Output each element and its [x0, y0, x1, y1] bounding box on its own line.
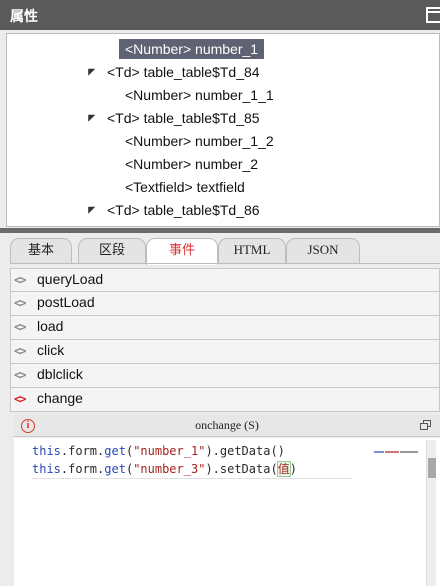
code-minimap[interactable]: [374, 440, 426, 453]
code-line-2[interactable]: this.form.get("number_3").setData(值): [32, 460, 297, 478]
cursor-line: [32, 478, 352, 479]
tab-section[interactable]: 区段: [78, 238, 146, 264]
code-token: .form.: [60, 462, 105, 476]
event-label: postLoad: [37, 294, 95, 310]
editor-function-name: onchange (S): [195, 418, 259, 432]
code-token: "number_3": [133, 462, 206, 476]
event-label: load: [37, 318, 64, 334]
code-icon: <>: [14, 320, 27, 334]
code-icon: <>: [14, 273, 27, 287]
event-list: <> queryLoad <> postLoad <> load <> clic…: [10, 268, 440, 412]
expand-arrow-icon[interactable]: [84, 111, 96, 122]
code-token: get: [104, 444, 126, 458]
tab-html[interactable]: HTML: [218, 238, 286, 264]
expand-arrow-icon[interactable]: [84, 65, 96, 76]
tree-node-label: <Number> number_1: [119, 39, 265, 59]
code-line-1[interactable]: this.form.get("number_1").getData(): [32, 442, 285, 460]
code-token: 值: [276, 461, 291, 477]
tab-basic[interactable]: 基本: [10, 238, 72, 264]
code-token: this: [32, 444, 61, 458]
tree-node-label: <Textfield> textfield: [125, 179, 245, 195]
code-token: this: [32, 462, 61, 476]
code-token: .form.: [60, 444, 105, 458]
event-label: dblclick: [37, 366, 83, 382]
tree-node-label: <Td> table_table$Td_86: [107, 202, 260, 218]
tab-events[interactable]: 事件: [146, 238, 218, 265]
code-token: "number_1": [133, 444, 206, 458]
code-token: get: [104, 462, 126, 476]
event-label: queryLoad: [37, 271, 104, 287]
event-item-dblclick[interactable]: <> dblclick: [10, 364, 440, 388]
code-icon: <>: [14, 392, 27, 406]
event-item-click[interactable]: <> click: [10, 340, 440, 364]
panel-title: 属性: [10, 8, 38, 24]
event-item-queryload[interactable]: <> queryLoad: [10, 268, 440, 292]
tree-node-label: <Number> number_2: [125, 156, 259, 172]
event-item-postload[interactable]: <> postLoad: [10, 292, 440, 316]
window-control-icon[interactable]: [426, 7, 440, 23]
expand-arrow-icon[interactable]: [84, 203, 96, 214]
tree-node-label: <Number> number_1_2: [125, 133, 274, 149]
tab-json[interactable]: JSON: [286, 238, 360, 264]
tree-node-label: <Number> number_1_1: [125, 87, 274, 103]
editor-header: i onchange (S): [14, 415, 440, 437]
component-tree[interactable]: <Number> number_1 <Td> table_table$Td_84…: [6, 33, 440, 227]
property-tabs: 基本 区段 事件 HTML JSON: [10, 238, 440, 265]
event-label: change: [37, 390, 83, 406]
code-icon: <>: [14, 368, 27, 382]
tree-node-label: <Td> table_table$Td_85: [107, 110, 260, 126]
editor-scrollbar[interactable]: [426, 440, 436, 586]
code-token: ).getData(): [205, 444, 285, 458]
scrollbar-thumb[interactable]: [428, 458, 436, 478]
event-item-change[interactable]: <> change: [10, 388, 440, 412]
code-icon: <>: [14, 296, 27, 310]
restore-window-icon[interactable]: [420, 420, 432, 430]
splitter-bar[interactable]: [0, 228, 440, 233]
event-item-load[interactable]: <> load: [10, 316, 440, 340]
tree-node-label: <Td> table_table$Td_84: [107, 64, 260, 80]
code-icon: <>: [14, 344, 27, 358]
code-token: ): [289, 462, 297, 476]
code-token: ).setData(: [205, 462, 278, 476]
panel-titlebar: 属性: [0, 0, 440, 30]
tab-underline: [10, 263, 440, 264]
event-label: click: [37, 342, 65, 358]
